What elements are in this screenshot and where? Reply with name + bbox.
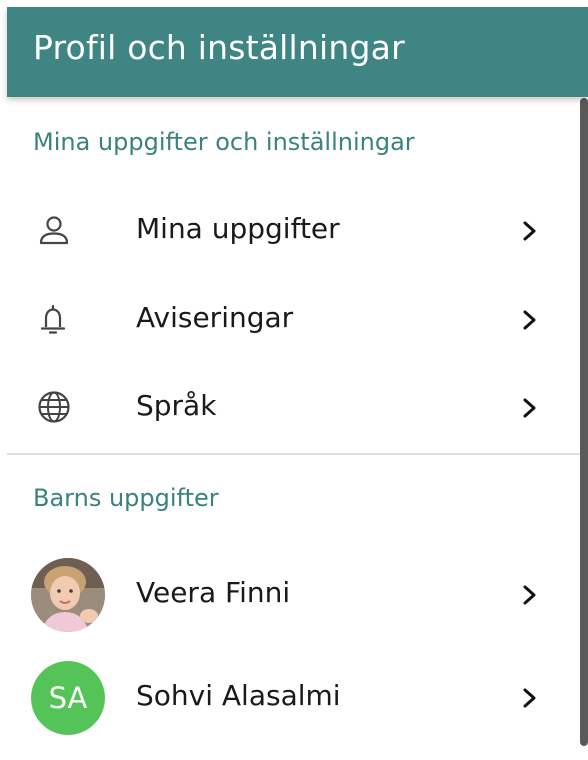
child-name: Sohvi Alasalmi — [136, 679, 341, 712]
section-divider — [7, 453, 581, 455]
menu-item-mina-uppgifter[interactable]: Mina uppgifter — [7, 189, 581, 275]
menu-item-label: Mina uppgifter — [136, 212, 340, 245]
child-name: Veera Finni — [136, 576, 291, 609]
app-header: Profil och inställningar — [7, 7, 588, 97]
section-title-my-settings: Mina uppgifter och inställningar — [33, 128, 415, 156]
chevron-right-icon — [519, 582, 541, 608]
menu-item-aviseringar[interactable]: Aviseringar — [7, 278, 581, 364]
chevron-right-icon — [519, 307, 541, 333]
chevron-right-icon — [519, 218, 541, 244]
menu-item-label: Språk — [136, 389, 217, 422]
page-title: Profil och inställningar — [33, 28, 405, 67]
chevron-right-icon — [519, 685, 541, 711]
profile-settings-screen: Profil och inställningar Mina uppgifter … — [0, 0, 588, 760]
section-title-children: Barns uppgifter — [33, 484, 219, 512]
bell-icon — [37, 302, 75, 340]
child-avatar-initials: SA — [31, 661, 105, 735]
child-item-sohvi-alasalmi[interactable]: SA Sohvi Alasalmi — [7, 656, 581, 742]
globe-icon — [37, 390, 75, 428]
menu-item-sprak[interactable]: Språk — [7, 366, 581, 452]
settings-list: Mina uppgifter och inställningar Mina up… — [7, 97, 581, 760]
scrollbar[interactable] — [580, 98, 588, 746]
menu-item-label: Aviseringar — [136, 301, 294, 334]
child-avatar-photo — [31, 558, 105, 632]
person-icon — [37, 213, 75, 251]
chevron-right-icon — [519, 395, 541, 421]
child-item-veera-finni[interactable]: Veera Finni — [7, 553, 581, 639]
